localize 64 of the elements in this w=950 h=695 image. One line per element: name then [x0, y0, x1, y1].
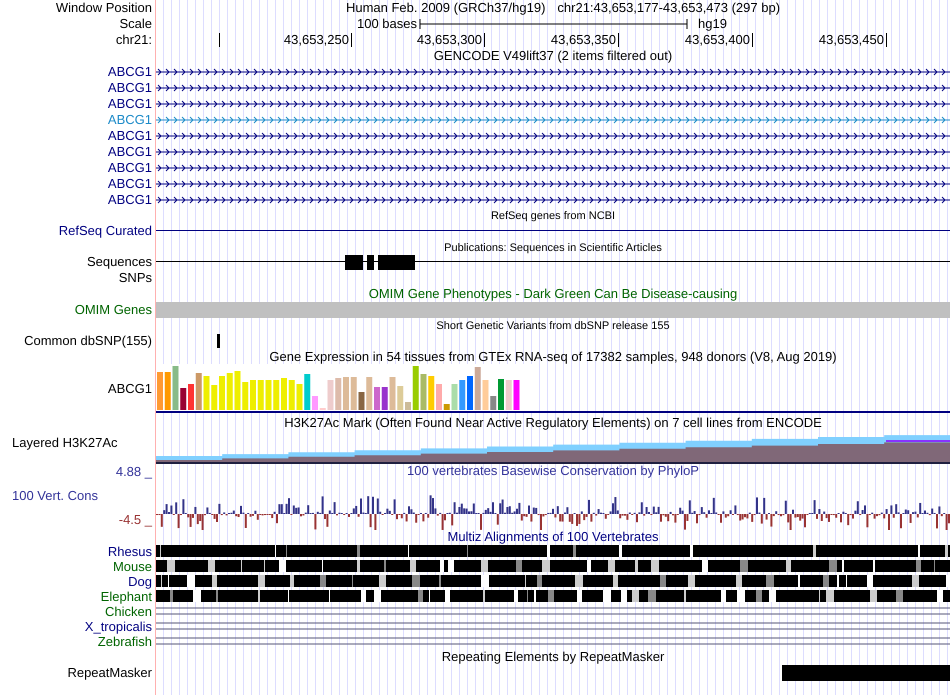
ruler-label: 43,653,350: [550, 31, 617, 50]
track-label[interactable]: ABCG1: [108, 192, 152, 208]
track-title: Publications: Sequences in Scientific Articles: [444, 241, 662, 256]
track-label[interactable]: Rhesus: [108, 544, 152, 560]
track-label[interactable]: ABCG1: [108, 64, 152, 80]
track-label[interactable]: Zebrafish: [98, 634, 152, 650]
track-label[interactable]: ABCG1: [108, 96, 152, 112]
ruler-tick-icon: [351, 33, 352, 47]
gene-arrow-line[interactable]: [156, 148, 950, 156]
ruler-tick-icon: [886, 33, 887, 47]
gene-arrow-line[interactable]: [156, 68, 950, 76]
ruler-label: 43,653,400: [684, 31, 751, 50]
database-text: hg19: [697, 15, 727, 34]
gene-arrow-line[interactable]: [156, 100, 950, 108]
track-label[interactable]: ABCG1: [108, 112, 152, 128]
ruler-label: 43,653,300: [416, 31, 483, 50]
track-label[interactable]: OMIM Genes: [74, 302, 152, 318]
track-label[interactable]: ABCG1: [108, 381, 152, 397]
track-title: Multiz Alignments of 100 Vertebrates: [447, 530, 658, 544]
track-label[interactable]: SNPs: [118, 270, 152, 286]
track-title: GENCODE V49lift37 (2 items filtered out): [434, 48, 672, 64]
ruler-tick-icon: [618, 33, 619, 47]
track-label[interactable]: RepeatMasker: [67, 665, 152, 681]
gene-arrow-line[interactable]: [156, 132, 950, 140]
track-label[interactable]: ABCG1: [108, 144, 152, 160]
track-label[interactable]: chr21:: [116, 32, 152, 48]
track-label[interactable]: Layered H3K27Ac: [0, 435, 118, 451]
gene-arrow-line[interactable]: [156, 164, 950, 172]
track-label[interactable]: Scale: [119, 16, 152, 32]
track-title: Repeating Elements by RepeatMasker: [442, 649, 664, 665]
track-label[interactable]: Chicken: [105, 604, 152, 620]
track-title: OMIM Gene Phenotypes - Dark Green Can Be Disease-causing: [368, 286, 738, 302]
track-label[interactable]: Dog: [128, 574, 152, 590]
track-label[interactable]: Window Position: [56, 0, 152, 16]
track-label[interactable]: 100 Vert. Cons: [0, 488, 98, 504]
ruler-tick-icon: [752, 33, 753, 47]
track-title: Gene Expression in 54 tissues from GTEx RNA-seq of 17382 samples, 948 donors (V8, Aug 2019): [269, 350, 837, 364]
track-title: RefSeq genes from NCBI: [490, 209, 616, 224]
track-label[interactable]: RefSeq Curated: [58, 222, 152, 240]
track-label[interactable]: ABCG1: [108, 176, 152, 192]
ruler-label: 43,653,450: [818, 31, 885, 50]
track-label[interactable]: Mouse: [112, 559, 152, 575]
gene-arrow-line[interactable]: [156, 84, 950, 92]
gene-arrow-line[interactable]: [156, 196, 950, 204]
track-title: H3K27Ac Mark (Often Found Near Active Regulatory Elements) on 7 cell lines from ENCODE: [284, 414, 822, 432]
ruler-tick-icon: [219, 33, 220, 47]
track-title: 100 vertebrates Basewise Conservation by PhyloP: [407, 464, 699, 478]
track-label[interactable]: -4.5 _: [118, 512, 152, 528]
track-label[interactable]: Sequences: [86, 254, 152, 270]
assembly-text: Human Feb. 2009 (GRCh37/hg19): [346, 0, 546, 16]
scale-text: 100 bases: [356, 15, 418, 34]
ruler-tick-icon: [484, 33, 485, 47]
track-label[interactable]: ABCG1: [108, 128, 152, 144]
position-text: chr21:43,653,177-43,653,473 (297 bp): [557, 0, 780, 16]
track-label[interactable]: Common dbSNP(155): [24, 332, 152, 350]
track-label[interactable]: X_tropicalis: [84, 619, 152, 635]
sequence-feature-drawing[interactable]: [156, 254, 950, 270]
track-title: Short Genetic Variants from dbSNP release 155: [436, 319, 670, 334]
track-label[interactable]: 4.88 _: [116, 464, 152, 480]
ruler-label: 43,653,250: [284, 31, 350, 50]
track-label[interactable]: Elephant: [100, 589, 152, 605]
gene-arrow-line[interactable]: [156, 180, 950, 188]
track-label[interactable]: ABCG1: [108, 160, 152, 176]
track-label[interactable]: ABCG1: [108, 80, 152, 96]
